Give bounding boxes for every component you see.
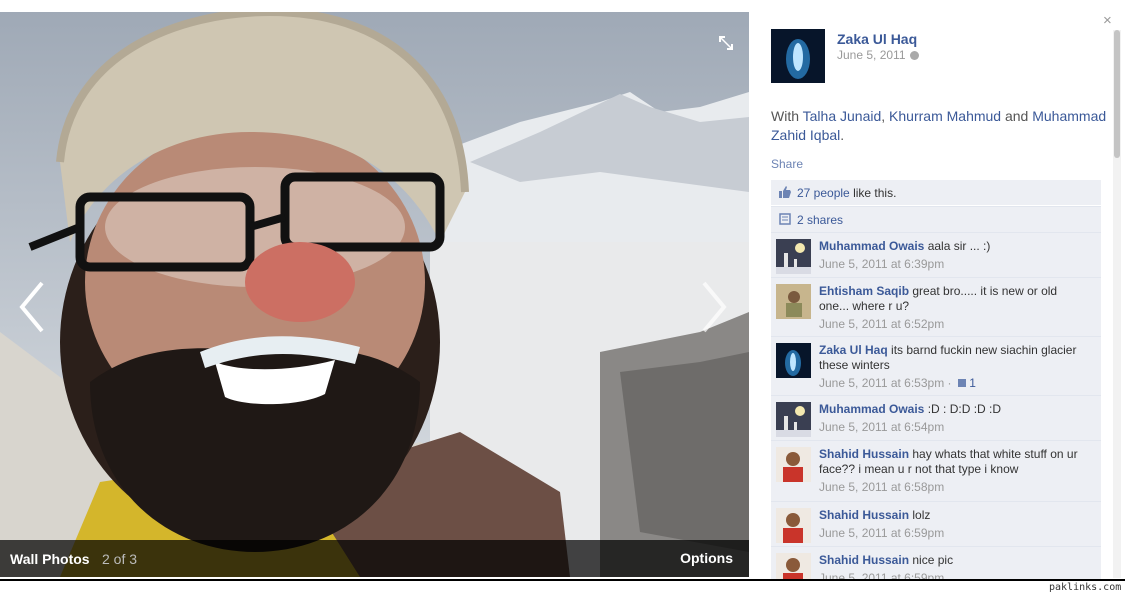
photo-position: 2 of 3	[102, 551, 138, 567]
photo-image	[0, 12, 749, 577]
shares-icon	[779, 213, 791, 225]
photo-stage[interactable]: Wall Photos 2 of 3 Options	[0, 12, 749, 577]
scrollbar-thumb[interactable]	[1114, 30, 1120, 158]
comment-text: :D : D:D :D :D	[927, 402, 1002, 416]
comment-time[interactable]: June 5, 2011 at 6:39pm	[819, 257, 1089, 272]
comment-item: Shahid Hussain nice pic June 5, 2011 at 6…	[771, 546, 1101, 580]
watermark: paklinks.com	[1049, 582, 1122, 593]
share-link[interactable]: Share	[771, 157, 803, 171]
commenter-avatar[interactable]	[776, 239, 811, 274]
comment-item: Ehtisham Saqib great bro..... it is new …	[771, 277, 1101, 336]
tag-link-2[interactable]: Khurram Mahmud	[889, 108, 1001, 124]
commenter-avatar[interactable]	[776, 447, 811, 482]
comment-author-link[interactable]: Zaka Ul Haq	[819, 343, 888, 357]
likes-suffix: like this.	[853, 186, 897, 200]
close-icon[interactable]: ×	[1103, 12, 1112, 29]
comment-like-count[interactable]: 1	[969, 376, 976, 390]
comment-time[interactable]: June 5, 2011 at 6:54pm	[819, 420, 1089, 435]
commenter-avatar[interactable]	[776, 508, 811, 543]
likes-count-link[interactable]: 27 people	[797, 186, 850, 200]
commenter-avatar[interactable]	[776, 402, 811, 437]
fullscreen-icon[interactable]	[717, 34, 735, 52]
shares-count-link[interactable]: 2 shares	[797, 213, 843, 227]
comment-text: lolz	[912, 508, 931, 522]
comment-time[interactable]: June 5, 2011 at 6:59pm	[819, 526, 1089, 541]
album-link[interactable]: Wall Photos	[10, 551, 90, 567]
like-thumb-icon	[779, 186, 791, 198]
comment-author-link[interactable]: Ehtisham Saqib	[819, 284, 909, 298]
comment-item: Shahid Hussain lolz June 5, 2011 at 6:59p…	[771, 501, 1101, 546]
comment-item: Zaka Ul Haq its barnd fuckin new siachin…	[771, 336, 1101, 395]
comment-text: nice pic	[912, 553, 954, 567]
comment-item: Muhammad Owais :D : D:D :D :D June 5, 201…	[771, 395, 1101, 440]
comment-author-link[interactable]: Muhammad Owais	[819, 239, 924, 253]
comment-time[interactable]: June 5, 2011 at 6:58pm	[819, 480, 1089, 495]
comment-author-link[interactable]: Muhammad Owais	[819, 402, 924, 416]
comment-author-link[interactable]: Shahid Hussain	[819, 447, 909, 461]
next-photo-icon[interactable]	[694, 277, 734, 337]
shares-row: 2 shares	[771, 206, 1101, 232]
comment-author-link[interactable]: Shahid Hussain	[819, 553, 909, 567]
globe-icon	[909, 51, 919, 60]
comment-text: aala sir ... :)	[927, 239, 991, 253]
commenter-avatar[interactable]	[776, 343, 811, 378]
previous-photo-icon[interactable]	[12, 277, 52, 337]
tag-separator: ,	[881, 108, 886, 124]
tagged-with: With Talha Junaid, Khurram Mahmud and Mu…	[771, 107, 1107, 145]
panel-scrollbar[interactable]	[1113, 30, 1121, 578]
owner-avatar[interactable]	[771, 29, 825, 83]
comment-item: Shahid Hussain hay whats that white stuf…	[771, 440, 1101, 501]
comment-like-icon	[957, 379, 966, 387]
time-separator: ·	[944, 376, 955, 390]
commenter-avatar[interactable]	[776, 284, 811, 319]
options-button[interactable]: Options	[680, 550, 733, 566]
tag-link-1[interactable]: Talha Junaid	[803, 108, 882, 124]
commenter-avatar[interactable]	[776, 553, 811, 580]
tag-and: and	[1004, 108, 1029, 124]
comment-author-link[interactable]: Shahid Hussain	[819, 508, 909, 522]
with-prefix: With	[771, 108, 799, 124]
post-date-text: June 5, 2011	[837, 48, 906, 62]
owner-name-link[interactable]: Zaka Ul Haq	[837, 31, 917, 47]
bottom-divider	[0, 579, 1125, 581]
comment-item: Muhammad Owais aala sir ... :) June 5, 20…	[771, 232, 1101, 277]
comment-time[interactable]: June 5, 2011 at 6:52pm	[819, 317, 1089, 332]
comment-time[interactable]: June 5, 2011 at 6:53pm	[819, 376, 944, 390]
post-date: June 5, 2011	[837, 48, 919, 62]
likes-row: 27 people like this.	[771, 180, 1101, 205]
photo-caption-bar: Wall Photos 2 of 3 Options	[0, 540, 749, 577]
tag-end: .	[840, 127, 845, 143]
